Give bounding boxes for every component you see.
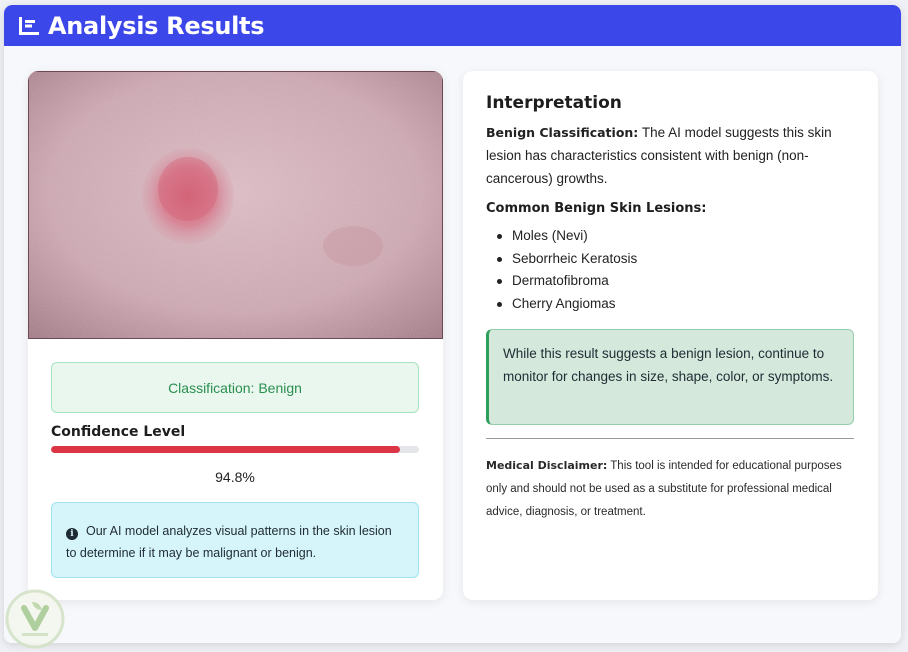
divider <box>486 438 854 439</box>
benign-heading: Benign Classification: <box>486 125 639 140</box>
result-card: Classification: Benign Confidence Level … <box>28 71 443 600</box>
list-item: Seborrheic Keratosis <box>494 248 637 271</box>
confidence-bar-fill <box>51 446 400 453</box>
confidence-bar <box>51 446 419 453</box>
results-header: Analysis Results <box>4 5 901 46</box>
disclaimer-heading: Medical Disclaimer: <box>486 459 608 472</box>
interpretation-card: Interpretation Benign Classification: Th… <box>463 71 878 600</box>
interpretation-title: Interpretation <box>486 93 622 113</box>
confidence-label: Confidence Level <box>51 424 186 440</box>
medical-disclaimer: Medical Disclaimer: This tool is intende… <box>486 454 846 524</box>
lesion-image <box>28 71 443 339</box>
benign-description: Benign Classification: The AI model sugg… <box>486 121 846 190</box>
confidence-value: 94.8% <box>215 469 255 485</box>
watermark-logo <box>5 589 65 649</box>
list-item: Cherry Angiomas <box>494 293 637 316</box>
list-item: Dermatofibroma <box>494 270 637 293</box>
bar-chart-icon <box>19 16 39 35</box>
results-body: Classification: Benign Confidence Level … <box>4 46 901 643</box>
classification-badge: Classification: Benign <box>51 362 419 413</box>
lesion-list-title: Common Benign Skin Lesions: <box>486 201 707 216</box>
monitor-alert: While this result suggests a benign lesi… <box>486 329 854 425</box>
lesion-list: Moles (Nevi) Seborrheic Keratosis Dermat… <box>494 225 637 316</box>
page-title: Analysis Results <box>48 11 265 40</box>
model-info-text: Our AI model analyzes visual patterns in… <box>66 524 392 560</box>
list-item: Moles (Nevi) <box>494 225 637 248</box>
model-info-box: i Our AI model analyzes visual patterns i… <box>51 502 419 578</box>
results-panel: Analysis Results Classification: Benign … <box>4 5 901 643</box>
info-circle-icon: i <box>66 528 78 540</box>
